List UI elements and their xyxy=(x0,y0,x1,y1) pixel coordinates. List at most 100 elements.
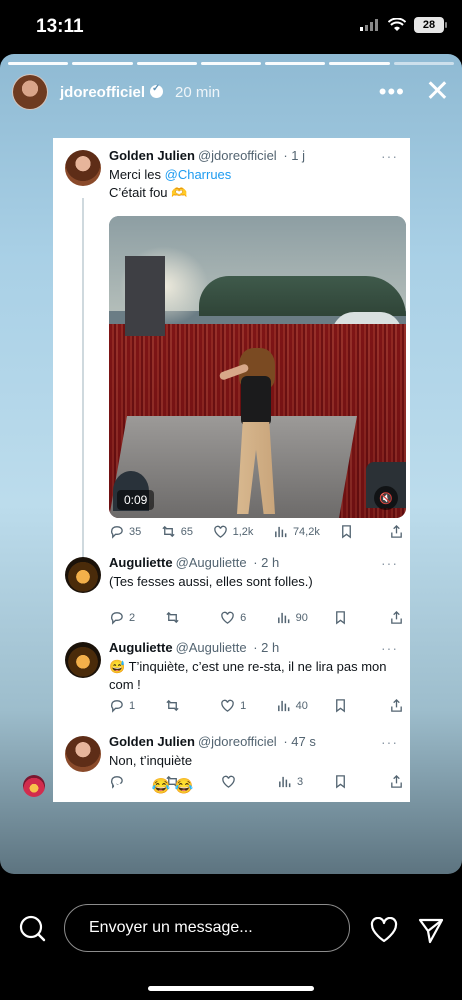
story-mention[interactable]: cassou_plln 😂 😂 xyxy=(23,775,193,797)
share-action xyxy=(389,774,404,789)
message-input[interactable]: Envoyer un message... xyxy=(64,904,350,952)
tweet-author-name: Golden Julien xyxy=(109,148,195,163)
story-progress xyxy=(8,62,454,65)
bookmark-action xyxy=(339,524,369,539)
signal-icon xyxy=(360,19,378,31)
share-icon xyxy=(391,774,402,788)
heart-icon xyxy=(222,775,235,788)
like-action: 6 xyxy=(220,610,250,625)
bookmark-icon xyxy=(336,611,346,625)
story-avatar[interactable] xyxy=(12,74,48,110)
more-icon: ··· xyxy=(381,148,398,164)
tweet-video: 0:09 🔇 xyxy=(109,216,406,518)
bookmark-action xyxy=(333,774,363,789)
share-action xyxy=(389,610,404,625)
tweet-screenshot: Golden Julien @jdoreofficiel · 1 j ··· Me… xyxy=(53,138,410,802)
heart-icon[interactable] xyxy=(370,917,398,943)
tweet-text: Non, t’inquiète xyxy=(109,753,193,768)
thread-line xyxy=(82,198,84,588)
tweet-handle: @jdoreofficiel xyxy=(197,148,277,163)
camera-icon[interactable] xyxy=(18,914,46,942)
heart-icon xyxy=(221,611,234,624)
reply-action: 2 xyxy=(109,610,139,625)
more-icon: ··· xyxy=(381,640,398,656)
more-icon: ··· xyxy=(381,734,398,750)
tweet-time: · 2 h xyxy=(253,555,280,570)
share-icon xyxy=(391,698,402,712)
views-icon xyxy=(275,526,287,538)
reply-action: 1 xyxy=(109,698,139,713)
tweet-time: · 1 j xyxy=(283,148,305,163)
mention-link: @Charrues xyxy=(164,167,232,182)
wifi-icon xyxy=(388,18,406,31)
avatar xyxy=(65,150,101,186)
status-time: 13:11 xyxy=(36,16,84,37)
more-icon: ··· xyxy=(381,555,398,571)
bookmark-icon xyxy=(336,699,346,713)
bookmark-action xyxy=(333,610,363,625)
mute-icon: 🔇 xyxy=(374,486,398,510)
tweet-text: Merci les @Charrues C’était fou 🫶 xyxy=(109,167,232,200)
story-time-ago: 20 min xyxy=(175,83,221,101)
bookmark-action xyxy=(333,698,363,713)
share-action xyxy=(389,698,404,713)
tweet-handle: @Auguliette xyxy=(175,555,247,570)
views-icon xyxy=(277,612,290,624)
heart-icon xyxy=(221,699,234,712)
tweet-handle: @Auguliette xyxy=(175,640,247,655)
views-action: 90 xyxy=(276,610,308,625)
story-header: jdoreofficiel 20 min ••• ✕ xyxy=(12,72,450,112)
status-bar: 13:11 28 xyxy=(0,0,462,52)
avatar xyxy=(65,642,101,678)
video-duration: 0:09 xyxy=(117,490,155,510)
tweet-text: (Tes fesses aussi, elles sont folles.) xyxy=(109,574,313,589)
battery-indicator: 28 xyxy=(414,17,447,33)
send-icon[interactable] xyxy=(417,916,445,944)
heart-icon xyxy=(213,525,227,538)
retweet-icon xyxy=(162,525,175,538)
verified-badge-icon xyxy=(150,83,164,98)
story-viewer[interactable]: jdoreofficiel 20 min ••• ✕ Golden Julien… xyxy=(0,54,462,874)
tweet-time: · 47 s xyxy=(283,734,316,749)
tweet-handle: @jdoreofficiel xyxy=(197,734,277,749)
avatar xyxy=(65,557,101,593)
retweet-icon xyxy=(165,699,179,712)
share-icon xyxy=(391,610,402,624)
bookmark-icon xyxy=(342,525,352,539)
avatar xyxy=(65,736,101,772)
views-icon xyxy=(279,776,291,788)
mention-avatar xyxy=(23,775,45,797)
views-action: 40 xyxy=(276,698,308,713)
tweet-actions: 2 6 90 xyxy=(109,610,404,625)
like-action xyxy=(221,774,251,789)
views-icon xyxy=(277,700,290,712)
home-indicator xyxy=(148,986,314,991)
tweet-author-name: Auguliette xyxy=(109,555,173,570)
retweet-action: 65 xyxy=(161,524,193,539)
tweet-actions: 35 65 1,2k 74,2k xyxy=(109,524,404,539)
reply-icon xyxy=(110,612,123,625)
like-action: 1,2k xyxy=(213,524,253,539)
mention-username: cassou_plln xyxy=(53,777,140,795)
retweet-action xyxy=(165,610,195,625)
views-action: 3 xyxy=(277,774,307,789)
story-reply-bar: Envoyer un message... xyxy=(0,888,462,1000)
tweet-actions: 1 1 40 xyxy=(109,698,404,713)
story-username[interactable]: jdoreofficiel xyxy=(60,83,164,101)
tweet-time: · 2 h xyxy=(253,640,280,655)
retweet-action xyxy=(165,698,195,713)
tweet-author-name: Golden Julien xyxy=(109,734,195,749)
share-action xyxy=(389,524,404,539)
more-options-icon[interactable]: ••• xyxy=(379,81,405,103)
retweet-icon xyxy=(165,611,179,624)
reply-icon xyxy=(110,526,123,539)
like-action: 1 xyxy=(220,698,250,713)
bookmark-icon xyxy=(336,775,345,789)
tweet-author-name: Auguliette xyxy=(109,640,173,655)
close-icon[interactable]: ✕ xyxy=(425,77,450,107)
reply-icon xyxy=(110,700,123,713)
views-action: 74,2k xyxy=(273,524,320,539)
tweet-text: 😅 T’inquiète, c’est une re-sta, il ne li… xyxy=(109,659,387,692)
reply-action: 35 xyxy=(109,524,141,539)
share-icon xyxy=(391,524,402,538)
